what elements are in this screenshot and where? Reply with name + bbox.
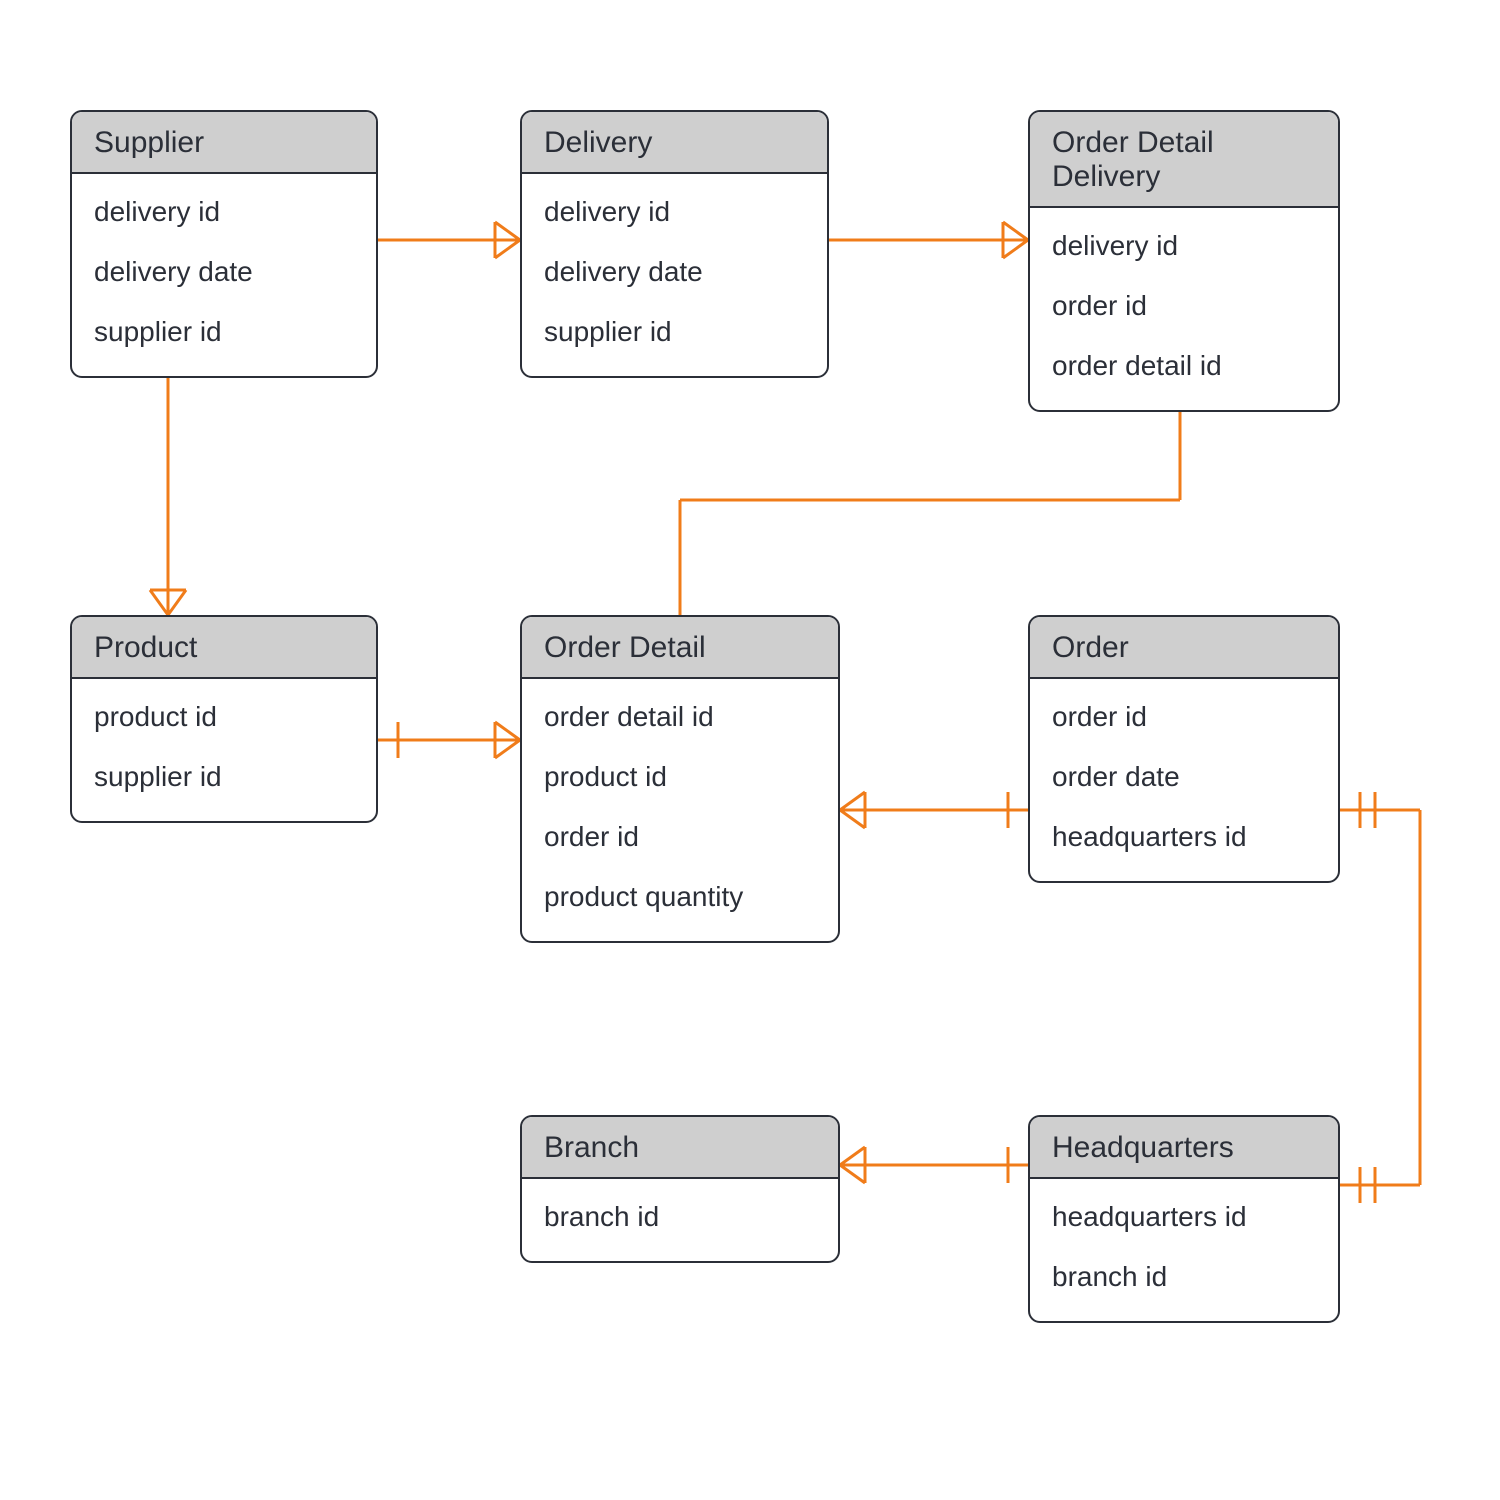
entity-order-detail[interactable]: Order Detail order detail id product id … bbox=[520, 615, 840, 943]
entity-attr: delivery id bbox=[522, 182, 827, 242]
entity-product[interactable]: Product product id supplier id bbox=[70, 615, 378, 823]
entity-title: Supplier bbox=[72, 112, 376, 174]
entity-attr: product id bbox=[72, 687, 376, 747]
entity-attr: order id bbox=[1030, 687, 1338, 747]
entity-attrs: order detail id product id order id prod… bbox=[522, 679, 838, 941]
entity-attr: order detail id bbox=[1030, 336, 1338, 396]
entity-branch[interactable]: Branch branch id bbox=[520, 1115, 840, 1263]
entity-attr: order id bbox=[1030, 276, 1338, 336]
entity-attr: headquarters id bbox=[1030, 1187, 1338, 1247]
rel-order-headquarters bbox=[1340, 792, 1420, 1203]
entity-attr: headquarters id bbox=[1030, 807, 1338, 867]
entity-attrs: branch id bbox=[522, 1179, 838, 1261]
entity-supplier[interactable]: Supplier delivery id delivery date suppl… bbox=[70, 110, 378, 378]
entity-attr: branch id bbox=[1030, 1247, 1338, 1307]
rel-supplier-delivery bbox=[378, 222, 520, 258]
entity-headquarters[interactable]: Headquarters headquarters id branch id bbox=[1028, 1115, 1340, 1323]
entity-order[interactable]: Order order id order date headquarters i… bbox=[1028, 615, 1340, 883]
entity-attr: product id bbox=[522, 747, 838, 807]
entity-title: Product bbox=[72, 617, 376, 679]
entity-attr: delivery date bbox=[522, 242, 827, 302]
entity-title: Order bbox=[1030, 617, 1338, 679]
entity-title: Order Detail bbox=[522, 617, 838, 679]
entity-attrs: delivery id delivery date supplier id bbox=[72, 174, 376, 376]
entity-attr: branch id bbox=[522, 1187, 838, 1247]
entity-delivery[interactable]: Delivery delivery id delivery date suppl… bbox=[520, 110, 829, 378]
entity-attr: supplier id bbox=[72, 747, 376, 807]
entity-attr: delivery date bbox=[72, 242, 376, 302]
rel-supplier-product bbox=[150, 369, 186, 615]
rel-delivery-orderdetaildelivery bbox=[829, 222, 1028, 258]
entity-title: Delivery bbox=[522, 112, 827, 174]
entity-order-detail-delivery[interactable]: Order Detail Delivery delivery id order … bbox=[1028, 110, 1340, 412]
er-diagram-canvas: Supplier delivery id delivery date suppl… bbox=[0, 0, 1500, 1500]
entity-attr: order id bbox=[522, 807, 838, 867]
entity-attrs: delivery id delivery date supplier id bbox=[522, 174, 827, 376]
rel-branch-headquarters bbox=[840, 1147, 1028, 1183]
entity-attr: order date bbox=[1030, 747, 1338, 807]
entity-attrs: delivery id order id order detail id bbox=[1030, 208, 1338, 410]
entity-attr: product quantity bbox=[522, 867, 838, 927]
rel-product-orderdetail bbox=[378, 722, 520, 758]
entity-title: Headquarters bbox=[1030, 1117, 1338, 1179]
entity-title: Order Detail Delivery bbox=[1030, 112, 1338, 208]
entity-attr: supplier id bbox=[72, 302, 376, 362]
entity-attr: delivery id bbox=[72, 182, 376, 242]
rel-orderdetail-order bbox=[840, 792, 1028, 828]
entity-attr: delivery id bbox=[1030, 216, 1338, 276]
entity-title: Branch bbox=[522, 1117, 838, 1179]
entity-attrs: order id order date headquarters id bbox=[1030, 679, 1338, 881]
entity-attrs: product id supplier id bbox=[72, 679, 376, 821]
entity-attr: order detail id bbox=[522, 687, 838, 747]
entity-attr: supplier id bbox=[522, 302, 827, 362]
entity-attrs: headquarters id branch id bbox=[1030, 1179, 1338, 1321]
